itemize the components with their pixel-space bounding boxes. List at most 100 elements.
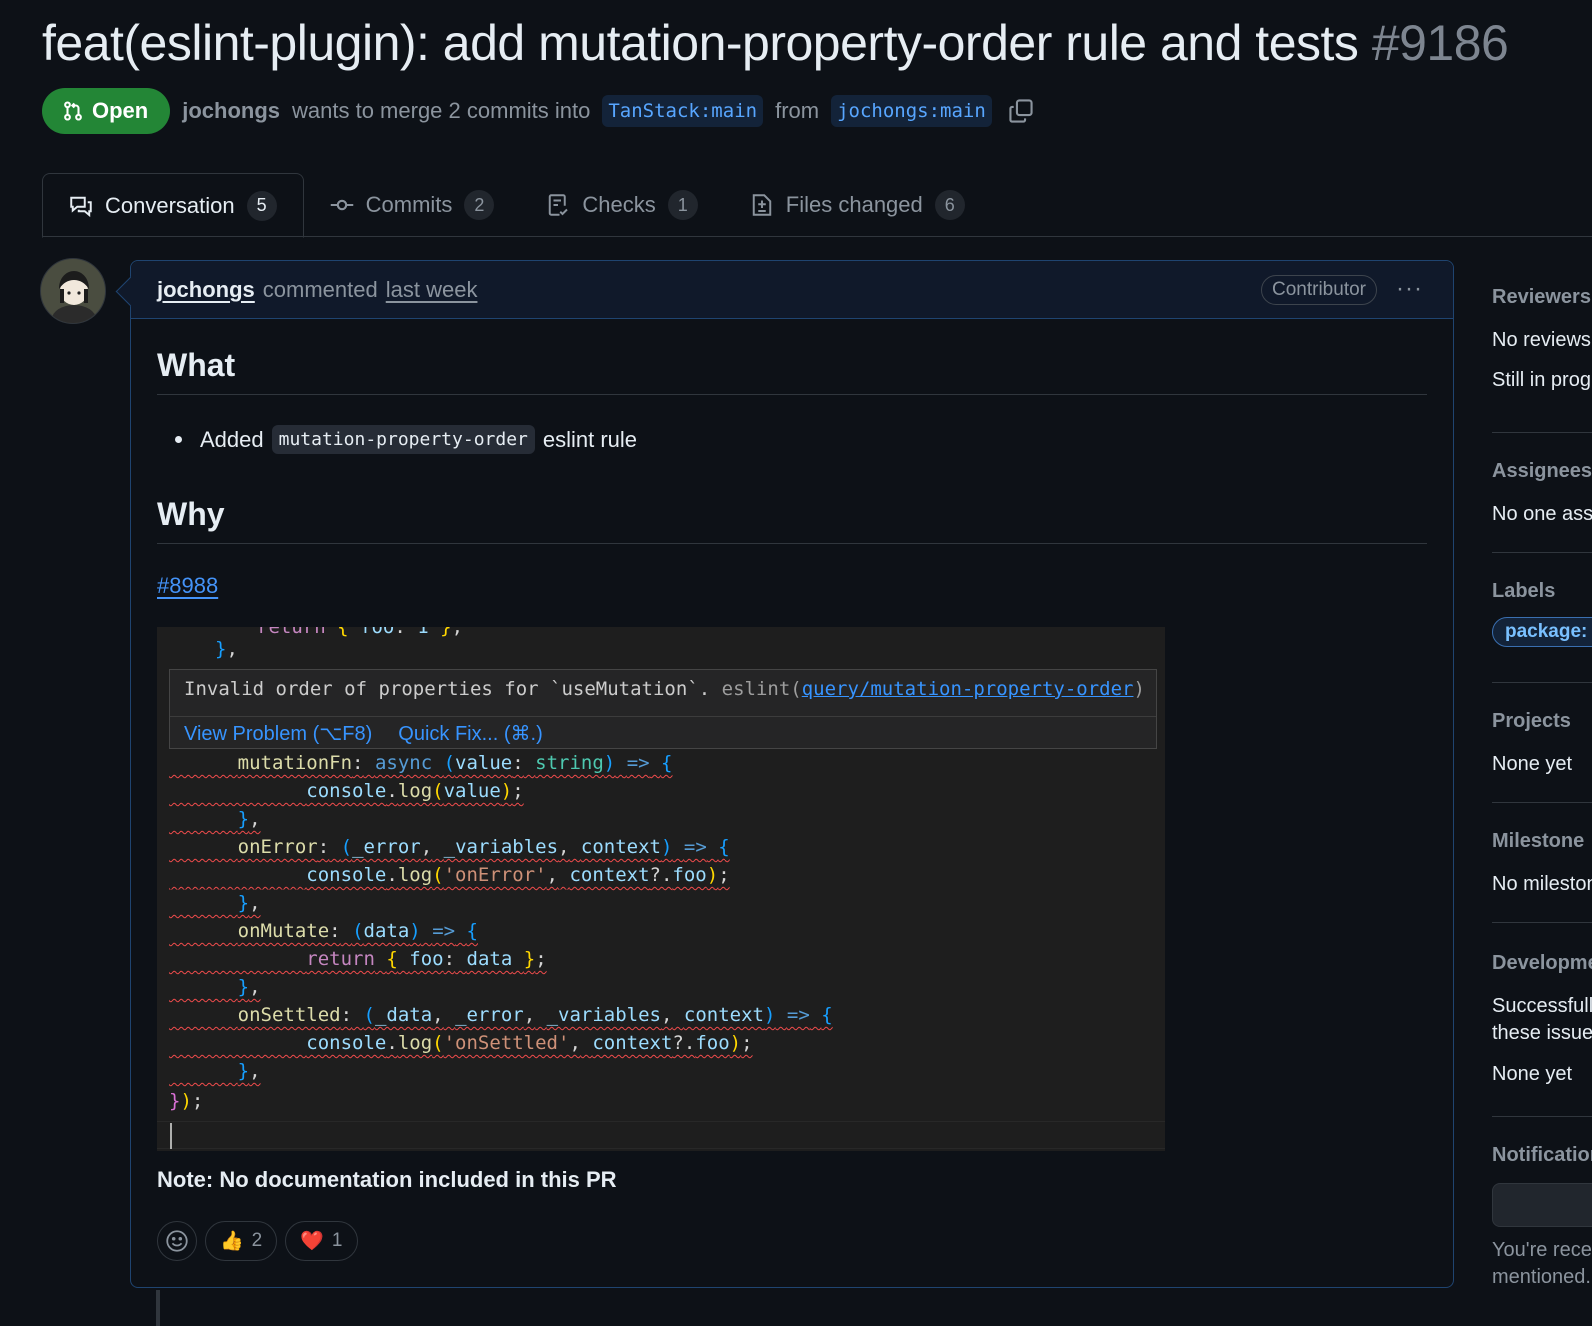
notifications-reason-cont: mentioned. bbox=[1492, 1266, 1591, 1288]
development-status: None yet bbox=[1492, 1063, 1573, 1085]
tab-label: Checks bbox=[582, 192, 656, 217]
code-line: }, bbox=[237, 1060, 261, 1082]
tab-label: Files changed bbox=[785, 192, 923, 217]
pr-from-text: from bbox=[775, 98, 820, 123]
pr-page: feat(eslint-plugin): add mutation-proper… bbox=[0, 0, 1592, 1326]
tab-checks[interactable]: Checks 1 bbox=[520, 173, 723, 237]
code-screenshot: return { foo: 1 }; }, mutationFn: async … bbox=[157, 627, 1165, 1151]
reviewers-heading[interactable]: Reviewers bbox=[1492, 286, 1592, 309]
contributor-badge: Contributor bbox=[1261, 275, 1377, 305]
pr-state-label: Open bbox=[92, 98, 149, 123]
pr-number: #9186 bbox=[1371, 15, 1509, 71]
reaction-thumbs-up[interactable]: 👍 2 bbox=[205, 1221, 278, 1261]
checklist-icon bbox=[549, 194, 569, 216]
reviewers-status: No reviews bbox=[1492, 329, 1591, 351]
sidebar-divider bbox=[1492, 802, 1592, 803]
projects-heading[interactable]: Projects bbox=[1492, 710, 1592, 733]
pr-merge-text: wants to merge 2 commits into bbox=[292, 98, 591, 123]
editor-caret bbox=[170, 1123, 172, 1149]
pr-author-link[interactable]: jochongs bbox=[182, 98, 280, 124]
diagnostic-message: Invalid order of properties for `useMuta… bbox=[184, 678, 1145, 700]
bullet-prefix: Added bbox=[200, 426, 264, 452]
pr-state-badge: Open bbox=[42, 88, 171, 134]
inline-code: mutation-property-order bbox=[271, 425, 535, 454]
assignees-status: No one assigned bbox=[1492, 503, 1592, 525]
assignees-heading[interactable]: Assignees bbox=[1492, 460, 1592, 483]
head-branch[interactable]: jochongs:main bbox=[831, 95, 992, 127]
file-diff-icon bbox=[752, 194, 772, 216]
issue-link[interactable]: #8988 bbox=[157, 573, 218, 599]
tab-files-changed[interactable]: Files changed 6 bbox=[724, 173, 991, 237]
diagnostic-close-paren: ) bbox=[1133, 678, 1145, 700]
comment-author-link[interactable]: jochongs bbox=[157, 277, 255, 303]
git-pull-request-icon bbox=[64, 101, 82, 121]
comment-timestamp[interactable]: last week bbox=[386, 277, 478, 303]
list-item: Added mutation-property-order eslint rul… bbox=[175, 425, 637, 454]
avatar-illustration bbox=[41, 259, 105, 323]
development-text-cont: these issues. bbox=[1492, 1022, 1592, 1044]
pr-meta: Open jochongs wants to merge 2 commits i… bbox=[42, 88, 1034, 134]
bullet-suffix: eslint rule bbox=[542, 426, 638, 452]
tab-count: 6 bbox=[934, 190, 965, 220]
base-branch[interactable]: TanStack:main bbox=[602, 95, 764, 127]
diagnostic-source: eslint( bbox=[721, 678, 802, 700]
editor-current-line bbox=[157, 1121, 1165, 1149]
code-line: onSettled: (_data, _error, _variables, c… bbox=[237, 1004, 833, 1026]
reviewers-note: Still in progress bbox=[1492, 369, 1592, 391]
diagnostic-text: Invalid order of properties for `useMuta… bbox=[184, 678, 711, 700]
comment-header: jochongs commented last week Contributor… bbox=[131, 261, 1453, 319]
code-line: console.log('onError', context?.foo); bbox=[306, 864, 730, 886]
code-line: }, bbox=[215, 638, 238, 660]
note-text: Note: No documentation included in this … bbox=[157, 1167, 617, 1192]
pr-description-comment: jochongs commented last week Contributor… bbox=[130, 260, 1454, 1288]
reaction-count: 2 bbox=[251, 1230, 263, 1251]
avatar[interactable] bbox=[40, 258, 106, 324]
pr-title-text: feat(eslint-plugin): add mutation-proper… bbox=[42, 15, 1359, 71]
heading-what: What bbox=[157, 347, 1427, 395]
comment-action: commented bbox=[262, 276, 378, 302]
copy-icon[interactable] bbox=[1008, 98, 1034, 124]
labels-heading[interactable]: Labels bbox=[1492, 580, 1592, 603]
sidebar-notifications: Notifications You're receiving notificat… bbox=[1492, 1144, 1592, 1289]
code-line: }, bbox=[237, 892, 261, 914]
tab-conversation[interactable]: Conversation 5 bbox=[42, 173, 304, 238]
heart-icon: ❤️ bbox=[300, 1231, 324, 1252]
smiley-icon bbox=[166, 1230, 188, 1252]
subscribe-button[interactable] bbox=[1492, 1183, 1592, 1227]
code-line: console.log(value); bbox=[306, 780, 524, 802]
add-reaction-button[interactable] bbox=[157, 1221, 197, 1261]
tab-label: Conversation bbox=[105, 192, 235, 218]
code-line: mutationFn: async (value: string) => { bbox=[237, 752, 673, 774]
sidebar-projects: Projects None yet bbox=[1492, 710, 1592, 776]
comment-options-button[interactable]: ··· bbox=[1396, 275, 1423, 303]
quick-fix-action[interactable]: Quick Fix... (⌘.) bbox=[398, 721, 542, 746]
sidebar-divider bbox=[1492, 432, 1592, 433]
code-line: }, bbox=[237, 808, 261, 830]
diagnostic-hover-popup: Invalid order of properties for `useMuta… bbox=[169, 669, 1157, 749]
sidebar-divider bbox=[1492, 552, 1592, 553]
milestone-heading[interactable]: Milestone bbox=[1492, 830, 1592, 853]
sidebar-divider bbox=[1492, 682, 1592, 683]
sidebar-development: Development Successfully merging this pu… bbox=[1492, 952, 1592, 1086]
diagnostic-rule-link[interactable]: query/mutation-property-order bbox=[802, 678, 1134, 700]
view-problem-action[interactable]: View Problem (⌥F8) bbox=[184, 721, 372, 746]
code-line: onMutate: (data) => { bbox=[237, 920, 478, 942]
tab-commits[interactable]: Commits 2 bbox=[304, 173, 521, 237]
tab-count: 2 bbox=[464, 190, 495, 220]
reaction-heart[interactable]: ❤️ 1 bbox=[285, 1221, 358, 1261]
code-line: return { foo: data }; bbox=[306, 948, 547, 970]
reactions-bar: 👍 2 ❤️ 1 bbox=[157, 1221, 358, 1261]
pr-sidebar: Reviewers No reviews Still in progress A… bbox=[1492, 258, 1592, 1326]
milestone-status: No milestone bbox=[1492, 873, 1592, 895]
tab-count: 1 bbox=[667, 190, 698, 220]
pr-title: feat(eslint-plugin): add mutation-proper… bbox=[42, 14, 1509, 72]
label-pill[interactable]: package: eslint-plugin-query bbox=[1492, 617, 1592, 647]
sidebar-divider bbox=[1492, 922, 1592, 923]
comment-discussion-icon bbox=[70, 196, 92, 217]
notifications-reason: You're receiving notifications because y… bbox=[1492, 1239, 1592, 1261]
timeline-line bbox=[156, 1290, 160, 1326]
git-commit-icon bbox=[330, 199, 353, 211]
development-heading[interactable]: Development bbox=[1492, 952, 1592, 975]
sidebar-milestone: Milestone No milestone bbox=[1492, 830, 1592, 896]
development-text: Successfully merging this pull request m… bbox=[1492, 995, 1592, 1017]
